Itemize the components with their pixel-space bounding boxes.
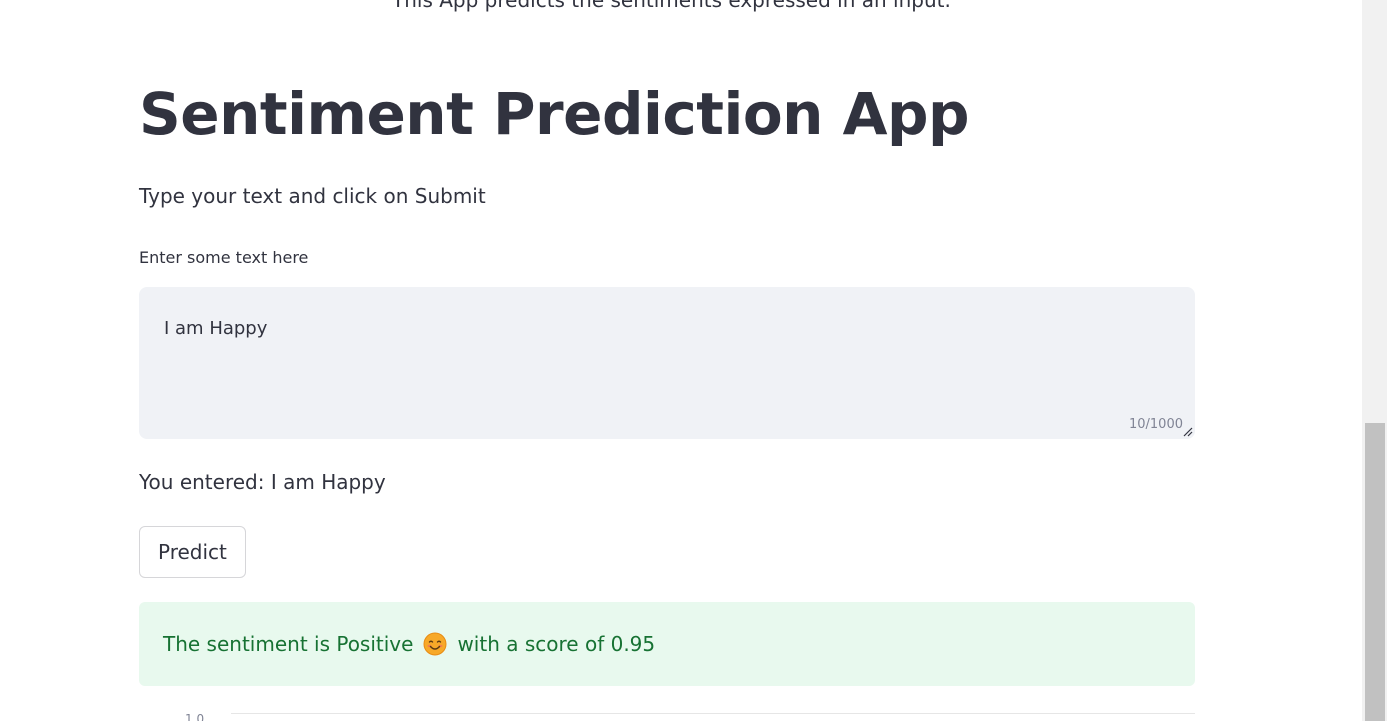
text-input-label: Enter some text here — [139, 248, 309, 267]
chart-y-tick: 1.0 — [185, 712, 205, 721]
page: This App predicts the sentiments express… — [0, 0, 1387, 721]
entered-text: You entered: I am Happy — [139, 470, 386, 494]
result-suffix: with a score of 0.95 — [457, 632, 656, 656]
resize-handle-icon[interactable] — [1183, 427, 1193, 437]
smiling-face-icon — [423, 632, 447, 656]
vertical-scrollbar[interactable] — [1362, 0, 1387, 721]
page-title: Sentiment Prediction App — [139, 80, 970, 148]
result-prefix: The sentiment is Positive — [163, 632, 414, 656]
predict-button[interactable]: Predict — [139, 526, 246, 578]
char-count: 10/1000 — [1128, 417, 1183, 432]
success-alert: The sentiment is Positive with a score o… — [139, 602, 1195, 686]
scrollbar-thumb[interactable] — [1365, 423, 1385, 721]
chart-area: 1.0 — [139, 706, 1195, 721]
chart-gridline — [231, 713, 1195, 714]
text-input[interactable]: I am Happy — [139, 287, 1195, 439]
subtitle: Type your text and click on Submit — [139, 184, 486, 208]
text-input-container: I am Happy 10/1000 — [139, 287, 1195, 439]
intro-text: This App predicts the sentiments express… — [392, 0, 951, 12]
